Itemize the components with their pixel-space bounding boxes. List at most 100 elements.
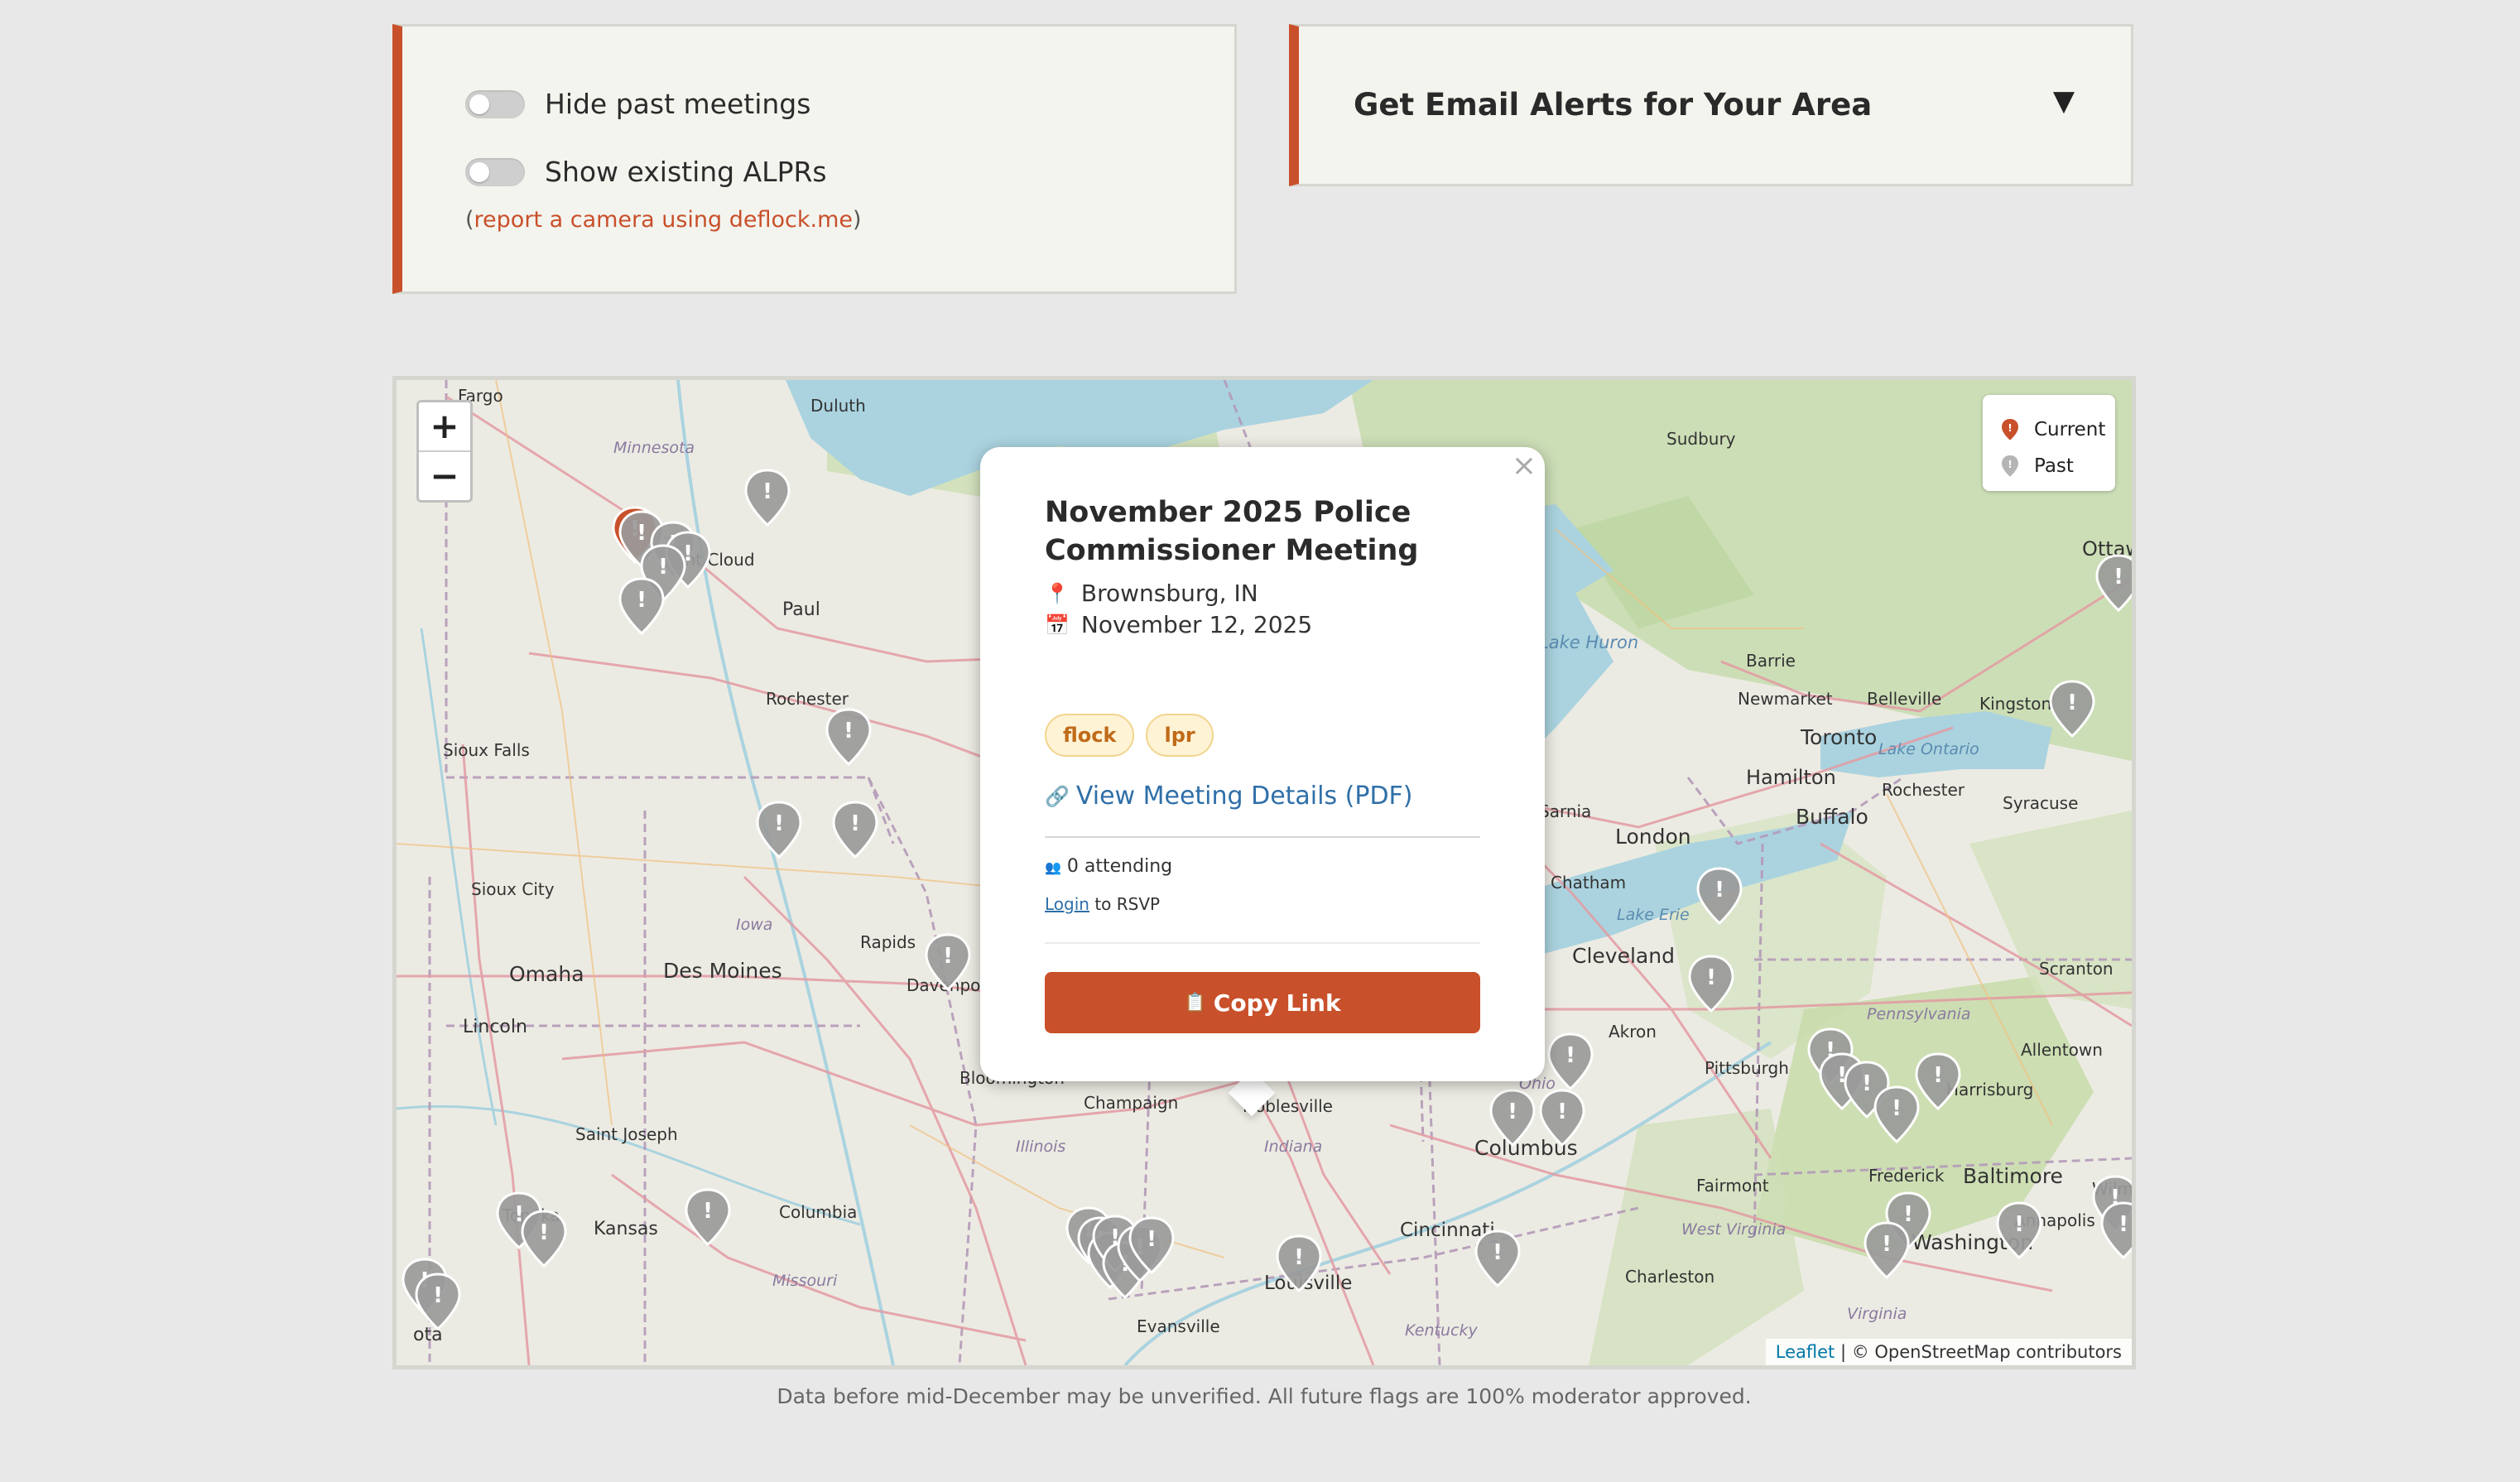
past-meeting-marker[interactable]: ! xyxy=(2094,552,2136,615)
past-marker-icon: ! xyxy=(1999,453,2021,479)
hide-past-label: Hide past meetings xyxy=(545,88,811,120)
past-meeting-marker[interactable]: ! xyxy=(923,931,973,994)
label-kentucky: Kentucky xyxy=(1405,1321,1478,1340)
past-meeting-marker[interactable]: ! xyxy=(824,706,873,769)
past-meeting-marker[interactable]: ! xyxy=(1546,1031,1595,1094)
past-meeting-marker[interactable]: ! xyxy=(743,467,792,530)
past-meeting-marker[interactable]: ! xyxy=(2099,1200,2136,1263)
svg-text:!: ! xyxy=(433,1283,443,1308)
svg-text:!: ! xyxy=(943,944,953,969)
svg-text:!: ! xyxy=(637,588,647,613)
past-meeting-marker[interactable]: ! xyxy=(1473,1228,1522,1291)
svg-text:!: ! xyxy=(774,811,784,836)
location-text: Brownsburg, IN xyxy=(1080,580,1258,607)
toggle-knob xyxy=(469,161,489,182)
svg-text:!: ! xyxy=(1882,1232,1892,1257)
meeting-tags: flock lpr xyxy=(1045,714,1225,757)
svg-text:!: ! xyxy=(1147,1227,1157,1252)
attending-text: 0 attending xyxy=(1066,856,1173,877)
label-pittsburgh: Pittsburgh xyxy=(1705,1058,1789,1078)
attending-count: 👥 0 attending xyxy=(1045,856,1172,877)
label-buffalo: Buffalo xyxy=(1796,805,1868,829)
svg-text:!: ! xyxy=(1493,1240,1503,1265)
label-fairmont: Fairmont xyxy=(1696,1176,1769,1196)
meeting-date: 📅 November 12, 2025 xyxy=(1045,611,1312,638)
people-icon: 👥 xyxy=(1045,859,1061,875)
svg-text:!: ! xyxy=(703,1199,713,1224)
label-lake-ontario: Lake Ontario xyxy=(1878,740,1979,758)
label-lake-huron: Lake Huron xyxy=(1539,633,1638,652)
past-meeting-marker[interactable]: ! xyxy=(1127,1215,1176,1278)
close-icon[interactable]: × xyxy=(1512,449,1537,483)
hide-past-toggle[interactable] xyxy=(465,89,525,118)
label-syracuse: Syracuse xyxy=(2003,793,2078,813)
current-marker-icon: ! xyxy=(1999,416,2021,443)
past-meeting-marker[interactable]: ! xyxy=(1686,953,1736,1016)
login-link[interactable]: Login xyxy=(1045,894,1089,914)
past-meeting-marker[interactable]: ! xyxy=(830,799,880,862)
label-akron: Akron xyxy=(1609,1022,1657,1042)
show-alprs-toggle[interactable] xyxy=(465,157,525,186)
svg-text:!: ! xyxy=(1565,1043,1575,1068)
label-hamilton: Hamilton xyxy=(1746,766,1836,789)
zoom-in-button[interactable]: + xyxy=(419,402,470,450)
meeting-popup: × November 2025 Police Commissioner Meet… xyxy=(980,447,1545,1081)
label-west-virginia: West Virginia xyxy=(1681,1220,1786,1239)
label-rapids: Rapids xyxy=(860,932,916,952)
svg-text:!: ! xyxy=(1862,1071,1872,1096)
past-meeting-marker[interactable]: ! xyxy=(617,575,666,638)
label-sarnia: Sarnia xyxy=(1539,801,1591,821)
past-meeting-marker[interactable]: ! xyxy=(1274,1233,1324,1296)
past-meeting-marker[interactable]: ! xyxy=(1994,1200,2044,1263)
svg-text:!: ! xyxy=(1706,965,1716,990)
past-meeting-marker[interactable]: ! xyxy=(1913,1051,1963,1114)
label-des-moines: Des Moines xyxy=(663,959,782,983)
report-camera-link[interactable]: report a camera using deflock.me xyxy=(474,207,853,233)
leaflet-link[interactable]: Leaflet xyxy=(1776,1342,1835,1362)
label-omaha: Omaha xyxy=(509,962,584,986)
past-meeting-marker[interactable]: ! xyxy=(519,1208,569,1271)
past-meeting-marker[interactable]: ! xyxy=(2047,678,2097,741)
label-champaign: Champaign xyxy=(1084,1093,1178,1113)
copy-link-button[interactable]: 📋 Copy Link xyxy=(1045,972,1480,1033)
calendar-icon: 📅 xyxy=(1045,613,1070,637)
past-meeting-marker[interactable]: ! xyxy=(413,1271,463,1334)
meeting-details-label: View Meeting Details (PDF) xyxy=(1075,782,1413,811)
email-alerts-panel[interactable]: Get Email Alerts for Your Area ▼ xyxy=(1289,24,2133,186)
zoom-control: + − xyxy=(416,400,473,503)
legend-past-label: Past xyxy=(2034,455,2074,477)
rsvp-note: Login to RSVP xyxy=(1045,894,1160,914)
label-london: London xyxy=(1615,825,1691,849)
label-chatham: Chatham xyxy=(1551,873,1626,893)
osm-attribution: | © OpenStreetMap contributors xyxy=(1835,1342,2122,1362)
legend-past: ! Past xyxy=(1999,453,2074,479)
dropdown-arrow-icon[interactable]: ▼ xyxy=(2053,84,2075,118)
svg-text:!: ! xyxy=(1508,1099,1517,1124)
rsvp-text: to RSVP xyxy=(1089,894,1161,914)
zoom-out-button[interactable]: − xyxy=(419,450,470,500)
past-meeting-marker[interactable]: ! xyxy=(1862,1220,1912,1282)
label-scranton: Scranton xyxy=(2039,959,2114,979)
hide-past-row[interactable]: Hide past meetings xyxy=(465,88,810,120)
label-frederick: Frederick xyxy=(1868,1166,1945,1186)
report-paren-open: ( xyxy=(465,207,474,233)
legend-current-label: Current xyxy=(2034,419,2106,440)
label-virginia: Virginia xyxy=(1847,1305,1907,1323)
tag-lpr: lpr xyxy=(1146,714,1214,757)
label-indiana: Indiana xyxy=(1264,1138,1322,1156)
past-meeting-marker[interactable]: ! xyxy=(1537,1087,1587,1150)
past-meeting-marker[interactable]: ! xyxy=(1488,1087,1537,1150)
svg-text:!: ! xyxy=(1933,1063,1943,1088)
show-alprs-row[interactable]: Show existing ALPRs xyxy=(465,156,827,188)
link-icon: 🔗 xyxy=(1045,784,1070,808)
label-sioux-falls: Sioux Falls xyxy=(443,740,530,760)
meeting-details-link[interactable]: 🔗 View Meeting Details (PDF) xyxy=(1045,782,1413,811)
date-text: November 12, 2025 xyxy=(1080,611,1313,638)
past-meeting-marker[interactable]: ! xyxy=(683,1186,733,1249)
divider xyxy=(1045,942,1480,944)
past-meeting-marker[interactable]: ! xyxy=(754,799,804,862)
svg-text:!: ! xyxy=(1557,1099,1567,1124)
label-newmarket: Newmarket xyxy=(1738,689,1833,709)
past-meeting-marker[interactable]: ! xyxy=(1695,865,1744,928)
email-alerts-title[interactable]: Get Email Alerts for Your Area xyxy=(1354,87,1872,123)
